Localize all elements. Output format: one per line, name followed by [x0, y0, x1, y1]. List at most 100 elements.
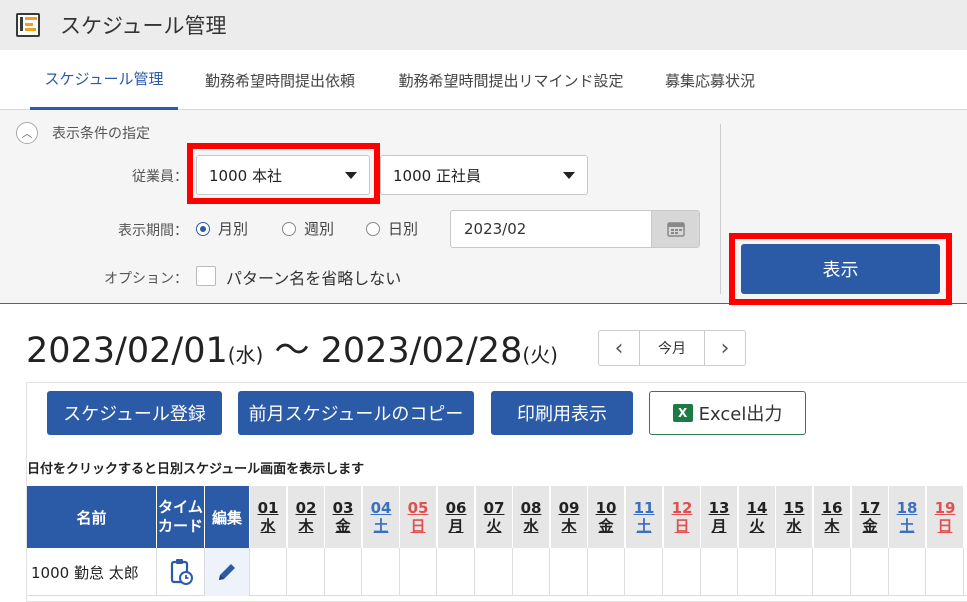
tab-recruit-status[interactable]: 募集応募状況: [646, 50, 774, 110]
period-radio-label: 月別: [218, 220, 249, 238]
period-radio-label: 週別: [304, 220, 335, 238]
day-number: 03: [332, 499, 354, 517]
day-number: 09: [558, 499, 580, 517]
range-end-dow: (火): [522, 343, 558, 367]
omit-pattern-checkbox[interactable]: [196, 266, 216, 286]
range-start: 2023/02/01: [26, 331, 228, 371]
this-month-button[interactable]: 今月: [639, 331, 705, 365]
day-weekday: 木: [824, 517, 840, 535]
day-weekday: 火: [749, 517, 765, 535]
excel-icon: X: [672, 404, 693, 422]
period-radio-monthly[interactable]: 月別: [196, 218, 248, 239]
tab-shift-request[interactable]: 勤務希望時間提出依頼: [182, 50, 378, 110]
day-header-17[interactable]: 17 金: [852, 486, 889, 548]
radio-selected-icon: [196, 221, 210, 236]
day-header-14[interactable]: 14 火: [739, 486, 776, 548]
day-header-02[interactable]: 02 木: [288, 486, 325, 548]
day-number: 06: [445, 499, 467, 517]
schedule-cell-14[interactable]: [739, 548, 776, 596]
day-header-05[interactable]: 05 日: [400, 486, 437, 548]
tab-shift-reminder[interactable]: 勤務希望時間提出リマインド設定: [384, 50, 638, 110]
header-name: 名前: [27, 486, 157, 548]
day-header-16[interactable]: 16 木: [814, 486, 851, 548]
day-weekday: 月: [448, 517, 464, 535]
schedule-cell-05[interactable]: [400, 548, 437, 596]
day-number: 04: [370, 499, 392, 517]
day-weekday: 日: [937, 517, 953, 535]
schedule-cell-11[interactable]: [626, 548, 663, 596]
day-number: 07: [483, 499, 505, 517]
schedule-cell-10[interactable]: [588, 548, 625, 596]
day-header-01[interactable]: 01 水: [250, 486, 287, 548]
schedule-cell-12[interactable]: [664, 548, 701, 596]
schedule-cell-02[interactable]: [288, 548, 325, 596]
day-weekday: 金: [862, 517, 878, 535]
header-timecard-line2: カード: [157, 517, 203, 535]
next-month-button[interactable]: ›: [705, 331, 745, 365]
day-header-12[interactable]: 12 日: [664, 486, 701, 548]
range-end: 2023/02/28: [320, 331, 523, 371]
copy-prev-month-button[interactable]: 前月スケジュールのコピー: [238, 391, 474, 435]
day-weekday: 木: [561, 517, 577, 535]
day-header-19[interactable]: 19 日: [927, 486, 964, 548]
tab-schedule[interactable]: スケジュール管理: [30, 50, 178, 110]
schedule-cell-04[interactable]: [363, 548, 400, 596]
collapse-button[interactable]: ︿: [16, 122, 38, 144]
day-weekday: 水: [260, 517, 276, 535]
schedule-cell-08[interactable]: [513, 548, 550, 596]
day-header-11[interactable]: 11 土: [626, 486, 663, 548]
day-header-09[interactable]: 09 木: [551, 486, 588, 548]
period-radio-daily[interactable]: 日別: [366, 218, 418, 239]
schedule-cell-18[interactable]: [889, 548, 926, 596]
day-number: 11: [633, 499, 655, 517]
month-input[interactable]: 2023/02: [450, 210, 700, 248]
schedule-cell-01[interactable]: [250, 548, 287, 596]
schedule-cell-09[interactable]: [551, 548, 588, 596]
chevron-left-icon: ‹: [614, 335, 624, 361]
employee-type-select[interactable]: 1000 正社員: [380, 155, 588, 195]
excel-export-button[interactable]: X Excel出力: [649, 391, 806, 435]
day-weekday: 金: [335, 517, 351, 535]
calendar-button[interactable]: [651, 211, 699, 247]
highlight-show-button: [729, 233, 952, 305]
schedule-cell-06[interactable]: [438, 548, 475, 596]
day-header-08[interactable]: 08 水: [513, 486, 550, 548]
day-header-10[interactable]: 10 金: [588, 486, 625, 548]
print-view-button[interactable]: 印刷用表示: [491, 391, 633, 435]
schedule-cell-07[interactable]: [476, 548, 513, 596]
schedule-cell-15[interactable]: [776, 548, 813, 596]
schedule-cell-17[interactable]: [852, 548, 889, 596]
day-weekday: 日: [410, 517, 426, 535]
day-weekday: 日: [674, 517, 690, 535]
day-header-15[interactable]: 15 水: [776, 486, 813, 548]
panel-divider: [720, 124, 721, 294]
day-weekday: 土: [636, 517, 652, 535]
month-input-value: 2023/02: [464, 220, 527, 238]
period-radio-weekly[interactable]: 週別: [282, 218, 334, 239]
day-header-03[interactable]: 03 金: [325, 486, 362, 548]
header-edit: 編集: [205, 486, 250, 548]
pencil-icon: [219, 564, 235, 580]
omit-pattern-label: パターン名を省略しない: [226, 269, 402, 288]
day-header-04[interactable]: 04 土: [363, 486, 400, 548]
prev-month-button[interactable]: ‹: [599, 331, 639, 365]
day-header-13[interactable]: 13 月: [701, 486, 738, 548]
schedule-register-button[interactable]: スケジュール登録: [47, 391, 222, 435]
header-timecard: タイム カード: [157, 486, 205, 548]
schedule-cell-19[interactable]: [927, 548, 964, 596]
day-header-07[interactable]: 07 火: [476, 486, 513, 548]
day-header-06[interactable]: 06 月: [438, 486, 475, 548]
chevron-right-icon: ›: [720, 335, 730, 361]
day-weekday: 火: [486, 517, 502, 535]
edit-button[interactable]: [205, 548, 250, 596]
employee-name: 1000 勤怠 太郎: [27, 548, 157, 596]
schedule-cell-16[interactable]: [814, 548, 851, 596]
day-weekday: 土: [373, 517, 389, 535]
employee-type-value: 1000 正社員: [393, 166, 481, 185]
day-header-18[interactable]: 18 土: [889, 486, 926, 548]
chevron-up-icon: ︿: [21, 127, 33, 140]
timecard-button[interactable]: [157, 548, 205, 596]
schedule-cell-03[interactable]: [325, 548, 362, 596]
clipboard-clock-icon: [170, 559, 193, 585]
schedule-cell-13[interactable]: [701, 548, 738, 596]
